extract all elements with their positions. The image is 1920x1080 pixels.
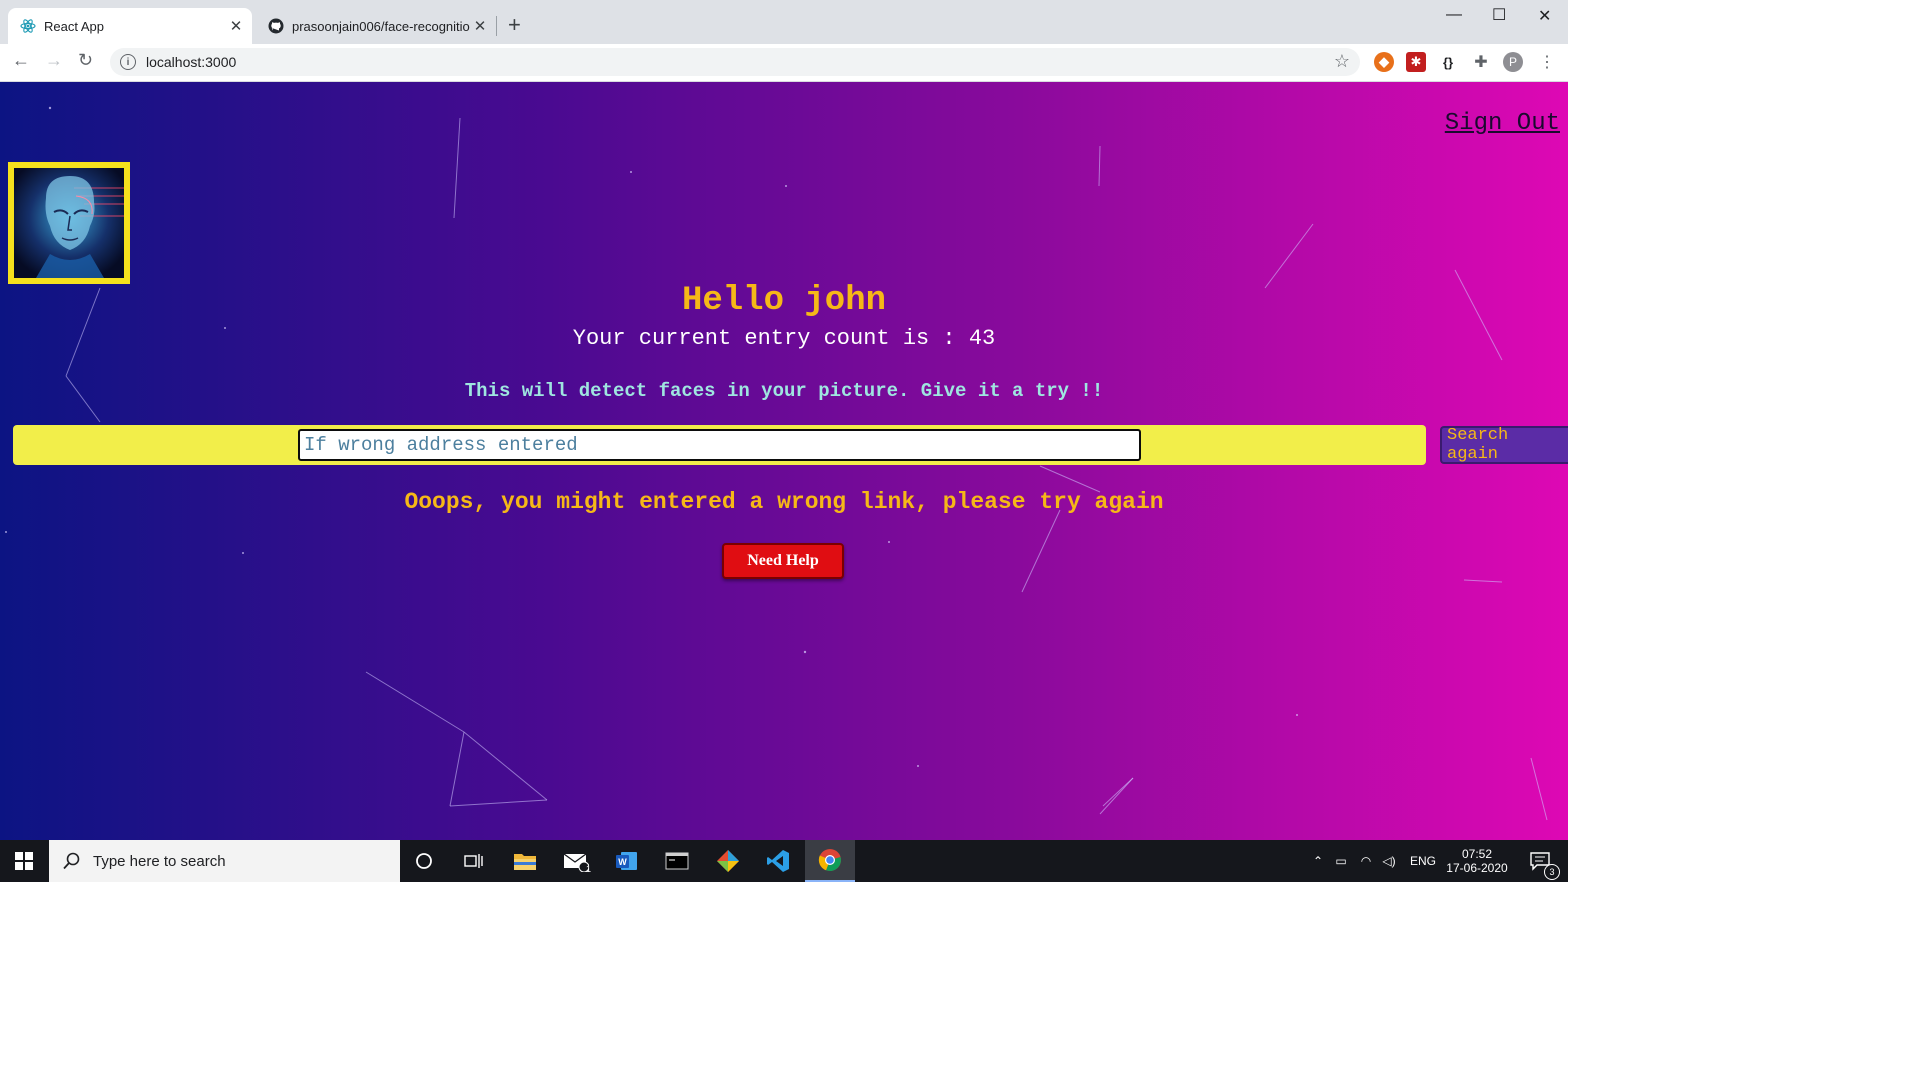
- reload-icon[interactable]: ↻: [78, 50, 93, 71]
- system-tray: ⌃ ▭ ◠ ◁) ENG: [1308, 840, 1436, 882]
- mail-badge: 1: [586, 864, 592, 874]
- minimize-icon[interactable]: —: [1446, 6, 1462, 24]
- image-url-input[interactable]: [298, 429, 1141, 461]
- tab-divider: [496, 16, 497, 36]
- face-logo-icon: [14, 168, 124, 278]
- windows-taskbar: Type here to search 1 W ⌃ ▭ ◠ ◁) ENG 07:…: [0, 840, 1568, 882]
- tab-react-app[interactable]: React App ✕: [8, 8, 252, 44]
- new-tab-button[interactable]: +: [508, 14, 521, 36]
- search-icon: [63, 852, 81, 870]
- instruction-text: This will detect faces in your picture. …: [464, 380, 1104, 402]
- close-tab-icon[interactable]: ✕: [470, 17, 490, 35]
- browser-tab-strip: React App ✕ prasoonjain006/face-recognit…: [0, 0, 1568, 44]
- maximize-icon[interactable]: ☐: [1492, 5, 1506, 25]
- greeting-heading: Hello john: [681, 282, 887, 320]
- entry-count-text: Your current entry count is : 43: [572, 326, 996, 351]
- url-text[interactable]: localhost:3000: [146, 54, 236, 70]
- windows-start-icon[interactable]: [0, 840, 48, 882]
- wifi-icon[interactable]: ◠: [1354, 854, 1378, 868]
- extension-duckduckgo-icon[interactable]: ◆: [1374, 52, 1394, 72]
- site-info-icon[interactable]: i: [120, 54, 136, 70]
- git-kraken-icon[interactable]: [708, 840, 748, 882]
- menu-kebab-icon[interactable]: ⋮: [1537, 52, 1557, 72]
- notification-count-badge: 3: [1544, 864, 1560, 880]
- tab-github-repo[interactable]: prasoonjain006/face-recognition ✕: [256, 8, 496, 44]
- need-help-button[interactable]: Need Help: [722, 543, 844, 579]
- clock[interactable]: 07:52 17-06-2020: [1444, 840, 1510, 882]
- address-bar[interactable]: i localhost:3000 ☆: [110, 48, 1360, 76]
- volume-icon[interactable]: ◁): [1378, 854, 1400, 868]
- app-page: Sign Out Hello john Your current entry c…: [0, 82, 1568, 840]
- word-icon[interactable]: W: [607, 840, 647, 882]
- close-window-icon[interactable]: ✕: [1538, 6, 1551, 26]
- terminal-icon[interactable]: [657, 840, 697, 882]
- forward-icon[interactable]: →: [45, 50, 63, 71]
- bookmark-star-icon[interactable]: ☆: [1334, 51, 1350, 72]
- extension-red-icon[interactable]: ✱: [1406, 52, 1426, 72]
- svg-text:W: W: [618, 857, 627, 867]
- cortana-icon[interactable]: [404, 840, 444, 882]
- task-view-icon[interactable]: [454, 840, 494, 882]
- language-indicator[interactable]: ENG: [1410, 854, 1436, 868]
- vscode-icon[interactable]: [758, 840, 798, 882]
- chrome-taskbar-icon[interactable]: [805, 840, 855, 882]
- search-again-button[interactable]: Search again: [1440, 426, 1568, 464]
- clock-date: 17-06-2020: [1446, 861, 1508, 875]
- clock-time: 07:52: [1461, 847, 1493, 861]
- error-message: Ooops, you might entered a wrong link, p…: [404, 489, 1164, 515]
- tab-title: React App: [44, 18, 104, 34]
- brain-logo[interactable]: [8, 162, 130, 284]
- close-tab-icon[interactable]: ✕: [226, 17, 246, 35]
- tab-title: prasoonjain006/face-recognition: [292, 18, 470, 34]
- battery-icon[interactable]: ▭: [1328, 854, 1354, 868]
- browser-toolbar: ← → ↻ i localhost:3000 ☆ ◆ ✱ {} ✚ P ⋮: [0, 44, 1568, 82]
- mail-icon[interactable]: 1: [556, 840, 596, 882]
- react-icon: [20, 18, 36, 34]
- profile-avatar[interactable]: P: [1503, 52, 1523, 72]
- github-icon: [268, 18, 284, 34]
- taskbar-search-placeholder: Type here to search: [93, 852, 226, 870]
- back-icon[interactable]: ←: [12, 50, 30, 71]
- notification-center-icon[interactable]: 3: [1520, 840, 1560, 882]
- extension-json-icon[interactable]: {}: [1438, 52, 1458, 72]
- image-url-form: [13, 425, 1426, 465]
- sign-out-link[interactable]: Sign Out: [1445, 110, 1560, 137]
- extensions-puzzle-icon[interactable]: ✚: [1471, 52, 1491, 72]
- taskbar-search-box[interactable]: Type here to search: [49, 840, 400, 882]
- file-explorer-icon[interactable]: [505, 840, 545, 882]
- show-hidden-icons-icon[interactable]: ⌃: [1308, 854, 1328, 868]
